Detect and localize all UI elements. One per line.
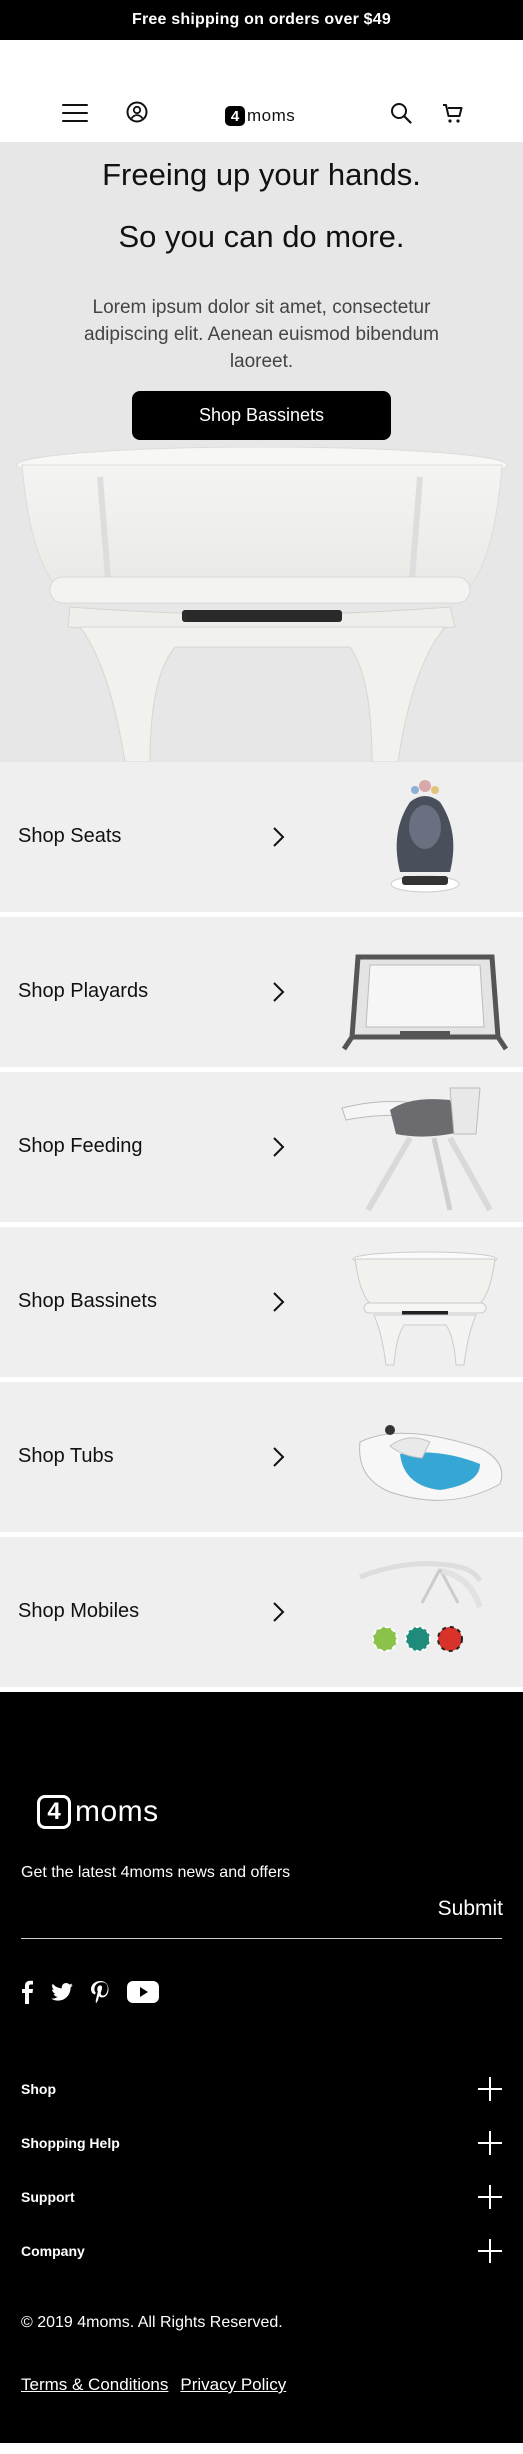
footer-logo-word: moms [75,1795,159,1828]
bassinet-hero-image [16,447,508,762]
footer-accordion-company[interactable]: Company [21,2236,502,2266]
shop-row-label: Shop Tubs [18,1445,114,1467]
shop-row-label: Shop Feeding [18,1135,143,1157]
youtube-icon[interactable] [127,1981,159,2003]
shop-row-label: Shop Playards [18,980,149,1002]
promo-banner: Free shipping on orders over $49 [0,0,523,40]
copyright-text: © 2019 4moms. All Rights Reserved. [21,2314,283,2331]
logo-badge: 4 [225,106,245,126]
shop-row-bassinets[interactable]: Shop Bassinets [0,1227,523,1377]
legal-links: Terms & Conditions Privacy Policy [21,2375,286,2395]
logo-word: moms [247,106,296,125]
shop-category-list: Shop Seats Shop Playards Shop Feeding Sh… [0,762,523,1687]
shop-row-label: Shop Seats [18,825,122,847]
footer-accordion-shop[interactable]: Shop [21,2074,502,2104]
newsletter-submit-button[interactable]: Submit [438,1897,503,1921]
search-icon[interactable] [390,102,412,124]
pinterest-icon[interactable] [91,1981,109,2003]
high-chair-image [341,1087,493,1212]
rocker-seat-image [390,780,460,893]
footer-accordion-support[interactable]: Support [21,2182,502,2212]
shop-row-label: Shop Bassinets [18,1290,157,1312]
footer-logo-badge: 4 [37,1795,71,1829]
playard-image [341,954,509,1051]
chevron-right-icon [273,1292,285,1312]
shop-row-mobiles[interactable]: Shop Mobiles [0,1537,523,1687]
accordion-label: Shopping Help [21,2135,120,2151]
accordion-label: Company [21,2243,85,2259]
privacy-link[interactable]: Privacy Policy [180,2375,286,2395]
hero-headline-1: Freeing up your hands. [102,157,421,192]
brand-logo[interactable]: 4 moms [225,104,295,128]
shop-row-feeding[interactable]: Shop Feeding [0,1072,523,1222]
shop-row-label: Shop Mobiles [18,1600,140,1622]
newsletter-email-input[interactable] [21,1897,502,1939]
plus-icon[interactable] [478,2239,502,2263]
shop-bassinets-button[interactable]: Shop Bassinets [132,391,391,440]
hero-headline-2: So you can do more. [118,219,405,254]
footer-logo[interactable]: 4 moms [37,1795,159,1829]
chevron-right-icon [273,1447,285,1467]
plus-icon[interactable] [478,2131,502,2155]
baby-tub-image [359,1425,503,1501]
accordion-label: Support [21,2189,75,2205]
site-footer: 4 moms Get the latest 4moms news and off… [0,1692,523,2443]
account-icon[interactable] [126,101,148,123]
cart-icon[interactable] [441,101,465,125]
social-links [21,1980,159,2004]
mobile-image [359,1561,483,1652]
promo-text: Free shipping on orders over $49 [132,11,391,28]
shop-row-seats[interactable]: Shop Seats [0,762,523,912]
chevron-right-icon [273,1137,285,1157]
chevron-right-icon [273,1602,285,1622]
plus-icon[interactable] [478,2077,502,2101]
chevron-right-icon [273,982,285,1002]
newsletter-text: Get the latest 4moms news and offers [21,1864,291,1881]
site-header: 4 moms [0,40,523,142]
shop-row-playards[interactable]: Shop Playards [0,917,523,1067]
accordion-label: Shop [21,2081,56,2097]
hero-body: Lorem ipsum dolor sit amet, consectetur … [84,297,439,372]
terms-link[interactable]: Terms & Conditions [21,2375,168,2395]
footer-accordion-shopping-help[interactable]: Shopping Help [21,2128,502,2158]
chevron-right-icon [273,827,285,847]
hero-section: Freeing up your hands. So you can do mor… [0,142,523,762]
facebook-icon[interactable] [21,1980,33,2004]
bassinet-image [352,1251,498,1366]
plus-icon[interactable] [478,2185,502,2209]
twitter-icon[interactable] [51,1983,73,2001]
shop-row-tubs[interactable]: Shop Tubs [0,1382,523,1532]
hamburger-icon[interactable] [62,104,88,122]
